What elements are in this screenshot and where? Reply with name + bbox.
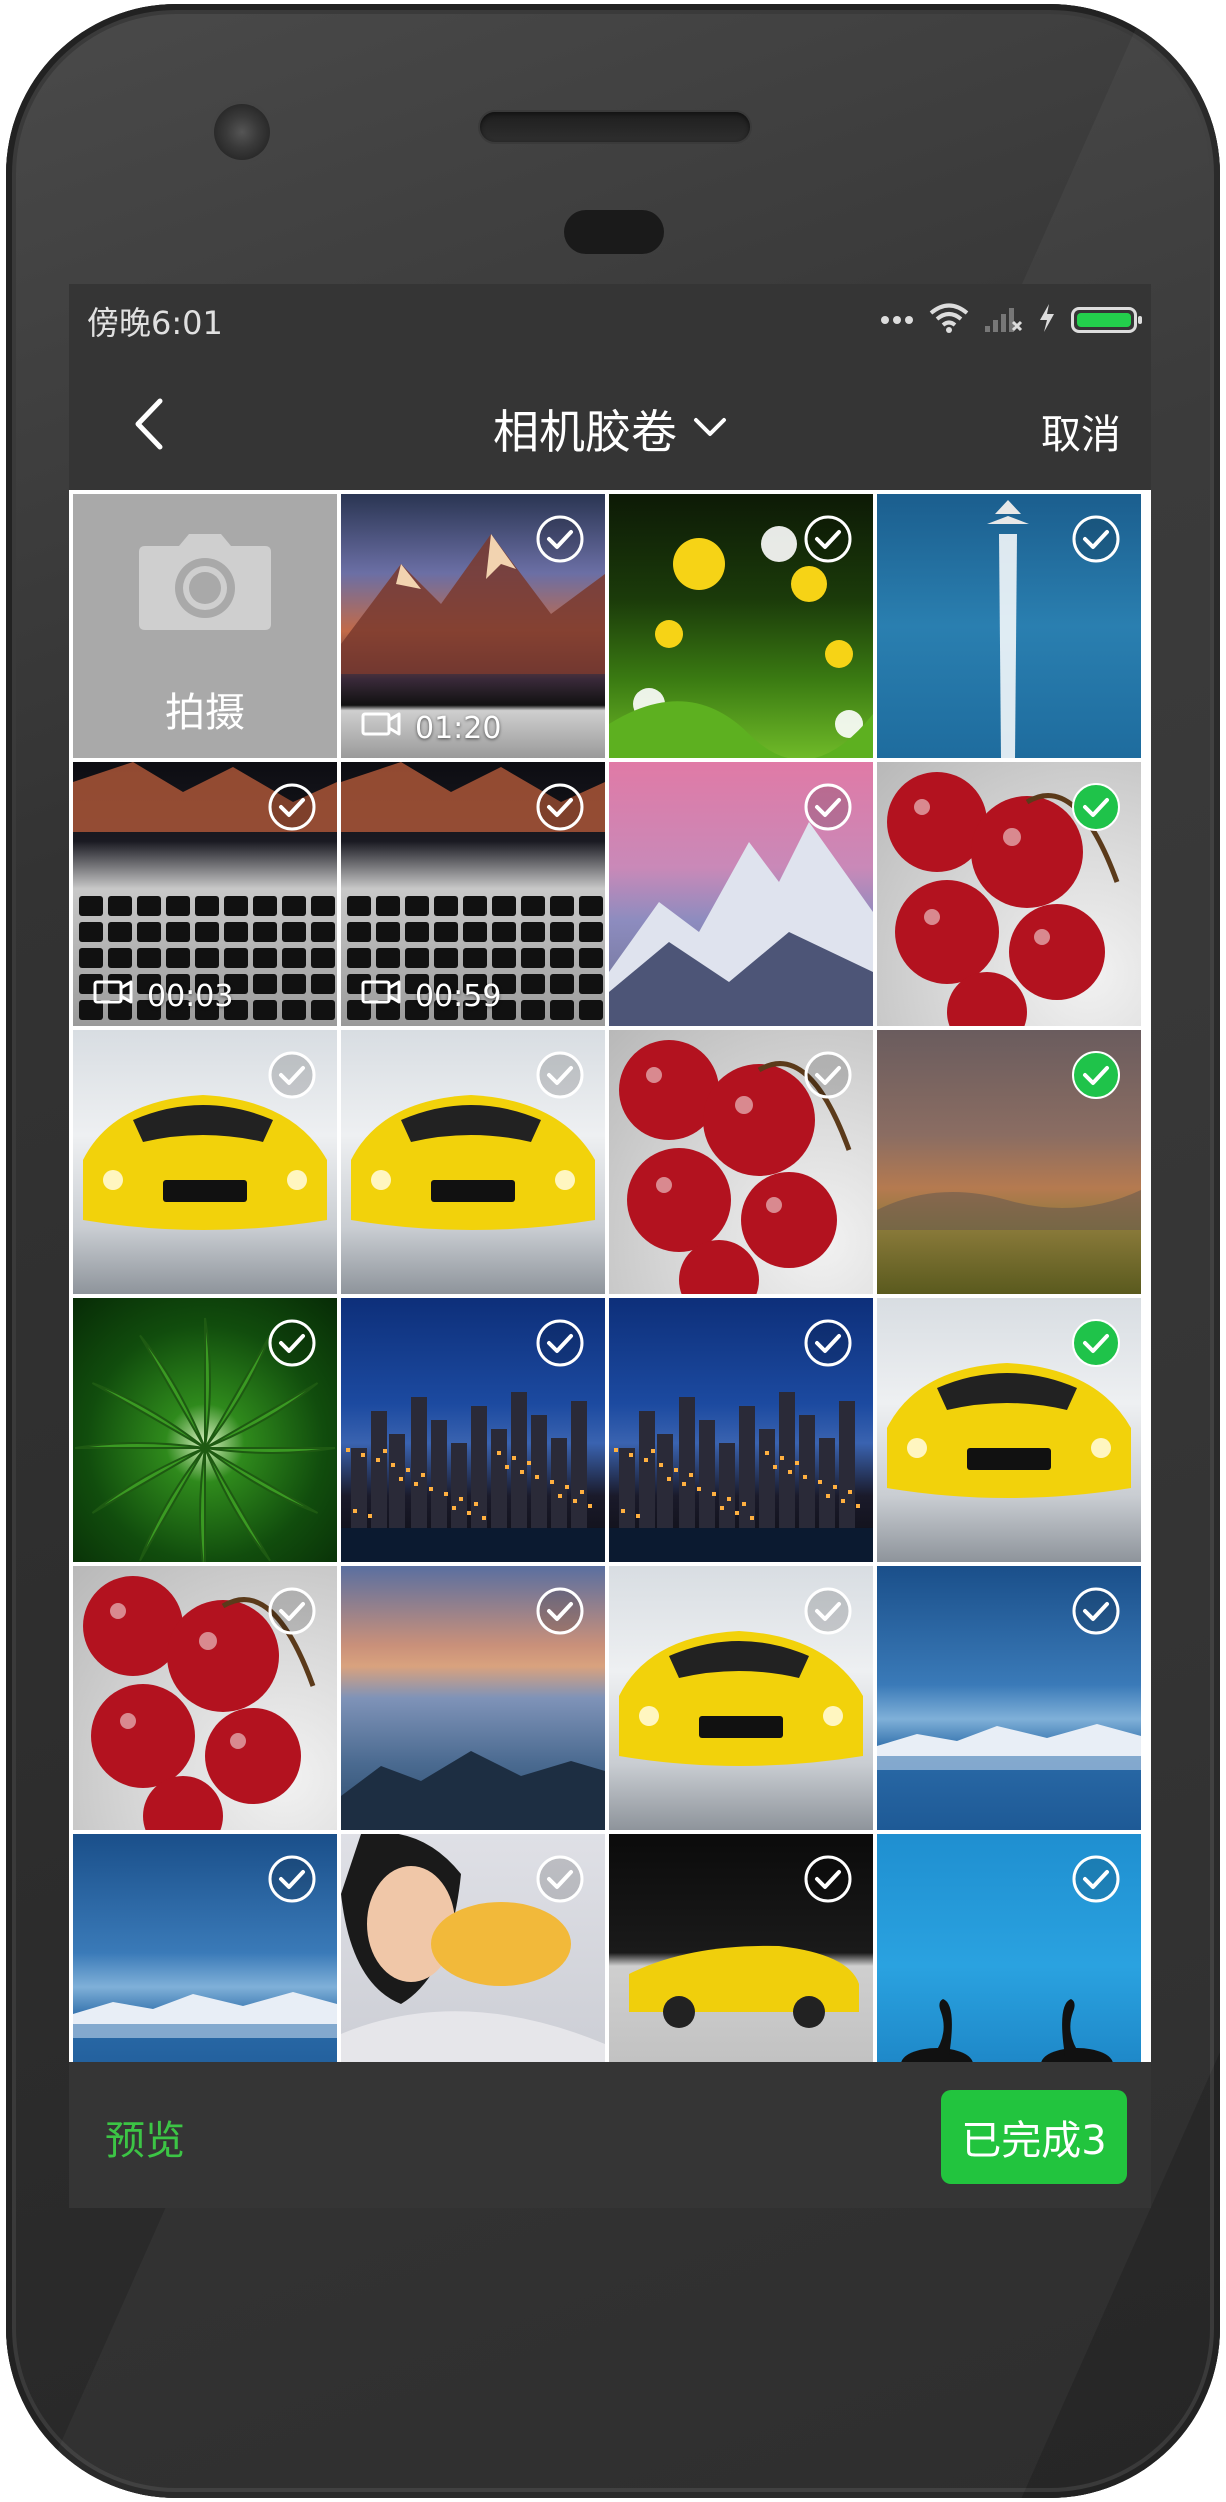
photo-thumbnail[interactable]	[877, 1566, 1141, 1830]
unchecked-circle-icon[interactable]	[267, 1586, 317, 1636]
battery-icon	[1071, 307, 1142, 333]
unchecked-circle-icon[interactable]	[267, 1854, 317, 1904]
done-button[interactable]: 已完成3	[941, 2090, 1127, 2184]
no-signal-icon	[983, 302, 1023, 338]
unchecked-circle-icon[interactable]	[535, 514, 585, 564]
more-dots-icon	[879, 311, 915, 330]
photo-thumbnail[interactable]	[609, 1834, 873, 2062]
photo-thumbnail[interactable]: 00:03	[73, 762, 337, 1026]
screen: 傍晚6:01 相机胶卷 取消 拍摄 01:20 00:03 00:59 预览 已…	[69, 284, 1151, 2208]
video-badge: 01:20	[361, 710, 501, 746]
camera-icon	[137, 532, 273, 636]
camera-capture-label: 拍摄	[165, 690, 245, 736]
video-duration: 00:59	[415, 978, 502, 1014]
volume-button	[1216, 984, 1220, 1324]
unchecked-circle-icon[interactable]	[267, 1318, 317, 1368]
unchecked-circle-icon[interactable]	[535, 1586, 585, 1636]
photo-thumbnail[interactable]	[877, 1298, 1141, 1562]
unchecked-circle-icon[interactable]	[267, 1050, 317, 1100]
unchecked-circle-icon[interactable]	[803, 1586, 853, 1636]
charging-bolt-icon	[1037, 302, 1057, 338]
unchecked-circle-icon[interactable]	[535, 1050, 585, 1100]
unchecked-circle-icon[interactable]	[267, 782, 317, 832]
camera-capture-tile[interactable]: 拍摄	[73, 494, 337, 758]
photo-thumbnail[interactable]	[877, 762, 1141, 1026]
unchecked-circle-icon[interactable]	[803, 1050, 853, 1100]
unchecked-circle-icon[interactable]	[535, 1854, 585, 1904]
photo-thumbnail[interactable]	[73, 1566, 337, 1830]
photo-thumbnail[interactable]	[877, 1834, 1141, 2062]
album-selector[interactable]: 相机胶卷	[69, 396, 1151, 462]
status-time: 傍晚6:01	[87, 304, 223, 342]
video-duration: 01:20	[415, 710, 502, 746]
proximity-sensor	[564, 210, 664, 254]
chevron-down-icon	[693, 416, 727, 442]
video-badge: 00:59	[361, 978, 501, 1014]
photo-thumbnail[interactable]	[609, 1298, 873, 1562]
unchecked-circle-icon[interactable]	[803, 514, 853, 564]
photo-thumbnail[interactable]	[609, 762, 873, 1026]
photo-thumbnail[interactable]: 00:59	[341, 762, 605, 1026]
unchecked-circle-icon[interactable]	[803, 1318, 853, 1368]
checked-circle-icon[interactable]	[1071, 782, 1121, 832]
unchecked-circle-icon[interactable]	[803, 1854, 853, 1904]
video-duration: 00:03	[147, 978, 234, 1014]
checked-circle-icon[interactable]	[1071, 1318, 1121, 1368]
wifi-icon	[929, 302, 969, 338]
power-button	[1216, 604, 1220, 804]
unchecked-circle-icon[interactable]	[1071, 1586, 1121, 1636]
status-icons	[879, 298, 1142, 342]
unchecked-circle-icon[interactable]	[1071, 1854, 1121, 1904]
preview-button[interactable]: 预览	[105, 2108, 185, 2166]
photo-thumbnail[interactable]	[877, 494, 1141, 758]
photo-thumbnail[interactable]	[609, 1566, 873, 1830]
checked-circle-icon[interactable]	[1071, 1050, 1121, 1100]
photo-thumbnail[interactable]	[609, 494, 873, 758]
photo-thumbnail[interactable]	[341, 1030, 605, 1294]
photo-thumbnail[interactable]	[877, 1030, 1141, 1294]
earpiece-speaker	[480, 112, 750, 142]
video-camera-icon	[93, 978, 133, 1014]
video-camera-icon	[361, 710, 401, 746]
unchecked-circle-icon[interactable]	[535, 782, 585, 832]
battery-fill	[1077, 313, 1131, 327]
photo-thumbnail[interactable]	[341, 1566, 605, 1830]
photo-thumbnail[interactable]: 01:20	[341, 494, 605, 758]
photo-grid: 拍摄 01:20 00:03 00:59	[69, 490, 1151, 2062]
photo-thumbnail[interactable]	[341, 1834, 605, 2062]
photo-thumbnail[interactable]	[609, 1030, 873, 1294]
photo-thumbnail[interactable]	[73, 1834, 337, 2062]
front-camera	[214, 104, 270, 160]
photo-thumbnail[interactable]	[73, 1030, 337, 1294]
bottom-bar: 预览 已完成3	[69, 2062, 1151, 2208]
unchecked-circle-icon[interactable]	[803, 782, 853, 832]
cancel-button[interactable]: 取消	[1041, 402, 1121, 460]
photo-thumbnail[interactable]	[341, 1298, 605, 1562]
status-bar: 傍晚6:01	[69, 284, 1151, 362]
photo-thumbnail[interactable]	[73, 1298, 337, 1562]
page-title: 相机胶卷	[493, 405, 677, 459]
video-camera-icon	[361, 978, 401, 1014]
video-badge: 00:03	[93, 978, 233, 1014]
unchecked-circle-icon[interactable]	[535, 1318, 585, 1368]
nav-bar: 相机胶卷 取消	[69, 362, 1151, 490]
unchecked-circle-icon[interactable]	[1071, 514, 1121, 564]
